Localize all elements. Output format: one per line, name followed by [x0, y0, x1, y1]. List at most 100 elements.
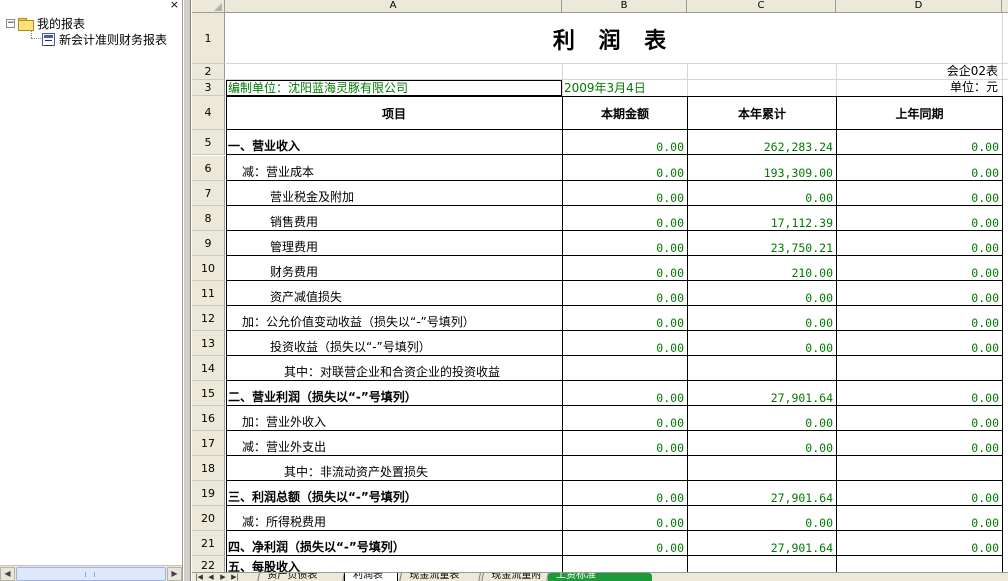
row-item-label[interactable]: 管理费用	[226, 231, 562, 256]
amount-cell[interactable]: 0.00	[688, 281, 836, 306]
tab-balance-sheet[interactable]: 资产负债表	[257, 573, 345, 581]
row-header[interactable]: 9	[192, 231, 225, 256]
select-all-corner[interactable]	[192, 0, 225, 13]
row-header[interactable]: 3	[192, 80, 225, 96]
panel-splitter[interactable]	[183, 0, 191, 581]
amount-cell[interactable]: 0.00	[837, 481, 1002, 506]
amount-cell[interactable]: 0.00	[563, 481, 687, 506]
amount-cell[interactable]: 27,901.64	[688, 531, 836, 556]
row-header[interactable]: 14	[192, 356, 225, 381]
amount-cell[interactable]: 0.00	[837, 381, 1002, 406]
amount-cell[interactable]: 0.00	[837, 531, 1002, 556]
amount-cell[interactable]: 0.00	[837, 256, 1002, 281]
amount-cell[interactable]: 0.00	[563, 181, 687, 206]
column-header-e[interactable]	[1002, 0, 1008, 13]
amount-cell[interactable]	[563, 456, 687, 481]
amount-cell[interactable]: 0.00	[837, 181, 1002, 206]
amount-cell[interactable]: 0.00	[563, 130, 687, 155]
row-item-label[interactable]: 一、营业收入	[226, 130, 562, 155]
row-header[interactable]: 17	[192, 431, 225, 456]
row-header[interactable]: 7	[192, 181, 225, 206]
amount-cell[interactable]: 193,309.00	[688, 156, 836, 181]
amount-cell[interactable]: 0.00	[563, 381, 687, 406]
amount-cell[interactable]: 0.00	[563, 506, 687, 531]
amount-cell[interactable]: 0.00	[563, 206, 687, 231]
first-sheet-icon[interactable]: |◀	[194, 573, 204, 581]
amount-cell[interactable]: 0.00	[688, 306, 836, 331]
amount-cell[interactable]: 0.00	[563, 306, 687, 331]
row-header[interactable]: 8	[192, 206, 225, 231]
tab-salary-standard[interactable]: 工资标准	[548, 573, 652, 581]
row-item-label[interactable]: 资产减值损失	[226, 281, 562, 306]
row-header[interactable]: 13	[192, 331, 225, 356]
row-header[interactable]: 21	[192, 531, 225, 556]
amount-cell[interactable]: 0.00	[563, 231, 687, 256]
tab-income-statement[interactable]: 利润表	[344, 573, 398, 581]
row-item-label[interactable]: 加：营业外收入	[226, 406, 562, 431]
tab-cash-flow-appendix[interactable]: 现金流量附	[481, 573, 549, 581]
next-sheet-icon[interactable]: ▶	[218, 573, 228, 581]
amount-cell[interactable]: 0.00	[563, 256, 687, 281]
column-header-b[interactable]: B	[562, 0, 687, 13]
row-item-label[interactable]: 二、营业利润（损失以“-”号填列）	[226, 381, 562, 406]
tab-cash-flow[interactable]: 现金流量表	[399, 573, 481, 581]
amount-cell[interactable]: 0.00	[563, 406, 687, 431]
row-item-label[interactable]: 减：营业成本	[226, 156, 562, 181]
row-header[interactable]: 2	[192, 64, 225, 80]
row-header[interactable]: 15	[192, 381, 225, 406]
amount-cell[interactable]: 0.00	[837, 506, 1002, 531]
company-cell-selected[interactable]: 编制单位：沈阳蓝海灵豚有限公司	[226, 80, 562, 96]
amount-cell[interactable]	[837, 456, 1002, 481]
column-header-c[interactable]: C	[687, 0, 836, 13]
amount-cell[interactable]	[563, 356, 687, 381]
row-item-label[interactable]: 销售费用	[226, 206, 562, 231]
row-item-label[interactable]: 加：公允价值变动收益（损失以“-”号填列）	[226, 306, 562, 331]
amount-cell[interactable]: 0.00	[688, 181, 836, 206]
amount-cell[interactable]: 0.00	[688, 406, 836, 431]
row-item-label[interactable]: 四、净利润（损失以“-”号填列）	[226, 531, 562, 556]
row-item-label[interactable]: 减：营业外支出	[226, 431, 562, 456]
row-header[interactable]: 19	[192, 481, 225, 506]
amount-cell[interactable]: 210.00	[688, 256, 836, 281]
amount-cell[interactable]: 0.00	[837, 281, 1002, 306]
amount-cell[interactable]: 23,750.21	[688, 231, 836, 256]
amount-cell[interactable]	[837, 356, 1002, 381]
amount-cell[interactable]: 0.00	[563, 331, 687, 356]
row-header[interactable]: 6	[192, 156, 225, 181]
tree-node-new-accounting-reports[interactable]: 新会计准则财务报表	[42, 31, 167, 48]
amount-cell[interactable]: 262,283.24	[688, 130, 836, 155]
row-header[interactable]: 1	[192, 13, 225, 64]
amount-cell[interactable]: 0.00	[688, 331, 836, 356]
row-header[interactable]: 12	[192, 306, 225, 331]
amount-cell[interactable]: 0.00	[837, 130, 1002, 155]
row-header[interactable]: 10	[192, 256, 225, 281]
last-sheet-icon[interactable]: ▶|	[230, 573, 240, 581]
prev-sheet-icon[interactable]: ◀	[206, 573, 216, 581]
column-header-d[interactable]: D	[836, 0, 1002, 13]
tree-node-my-reports[interactable]: − 我的报表	[6, 15, 85, 32]
spreadsheet[interactable]: A B C D 1 2 3 4 利 润 表 会企02表 单位：元 编制单位：沈阳…	[192, 0, 1008, 581]
amount-cell[interactable]: 0.00	[837, 406, 1002, 431]
row-header[interactable]: 5	[192, 130, 225, 155]
amount-cell[interactable]: 0.00	[837, 156, 1002, 181]
row-header[interactable]: 18	[192, 456, 225, 481]
amount-cell[interactable]: 0.00	[563, 431, 687, 456]
row-item-label[interactable]: 投资收益（损失以“-”号填列）	[226, 331, 562, 356]
row-item-label[interactable]: 其中：对联营企业和合资企业的投资收益	[226, 356, 562, 381]
row-header[interactable]: 20	[192, 506, 225, 531]
scroll-thumb[interactable]	[16, 567, 166, 581]
amount-cell[interactable]: 0.00	[837, 331, 1002, 356]
tree-horizontal-scrollbar[interactable]: ◀ ▶	[0, 565, 182, 581]
row-item-label[interactable]: 营业税金及附加	[226, 181, 562, 206]
amount-cell[interactable]: 27,901.64	[688, 481, 836, 506]
amount-cell[interactable]	[688, 456, 836, 481]
collapse-icon[interactable]: −	[6, 19, 15, 28]
scroll-left-icon[interactable]: ◀	[0, 567, 15, 581]
row-header[interactable]: 11	[192, 281, 225, 306]
amount-cell[interactable]: 0.00	[837, 231, 1002, 256]
amount-cell[interactable]: 0.00	[837, 306, 1002, 331]
scroll-right-icon[interactable]: ▶	[167, 567, 182, 581]
amount-cell[interactable]: 0.00	[688, 431, 836, 456]
row-header[interactable]: 4	[192, 96, 225, 130]
row-item-label[interactable]: 财务费用	[226, 256, 562, 281]
